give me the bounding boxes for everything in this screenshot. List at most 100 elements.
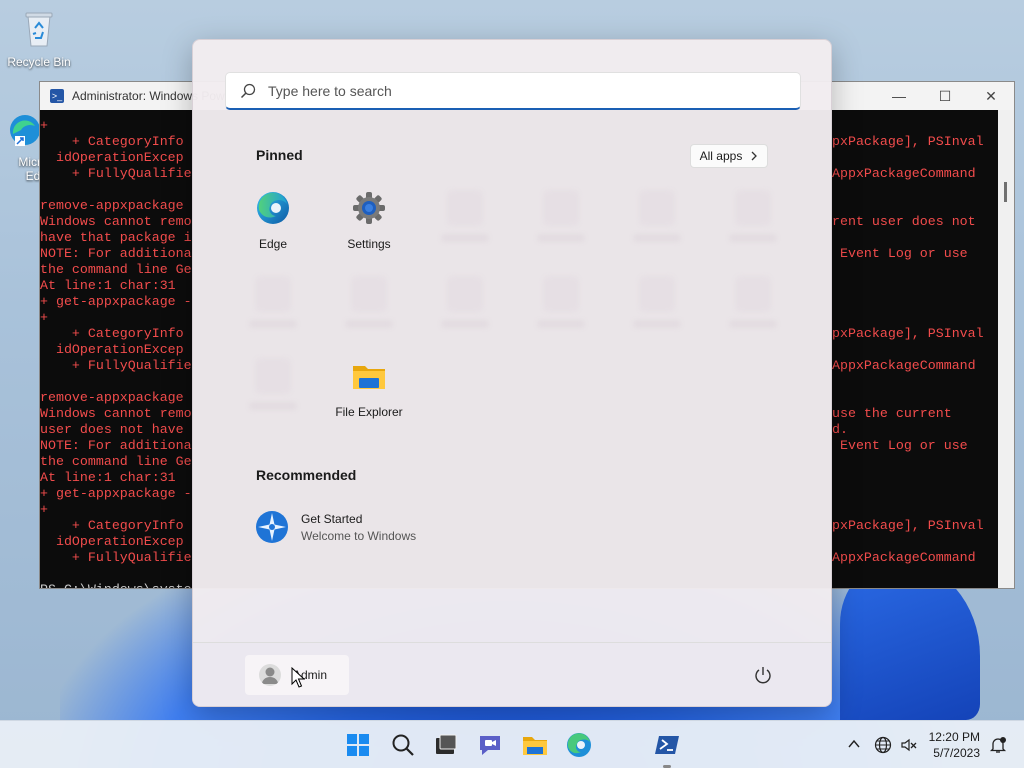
- pinned-app-placeholder[interactable]: [513, 190, 609, 242]
- placeholder-label: [729, 234, 777, 242]
- placeholder-label: [249, 320, 297, 328]
- window-controls: — ☐ ✕: [876, 82, 1014, 110]
- maximize-button[interactable]: ☐: [922, 82, 968, 110]
- minimize-button[interactable]: —: [876, 82, 922, 110]
- pinned-app-edge[interactable]: Edge: [225, 190, 321, 251]
- recommended-item-get-started[interactable]: Get Started Welcome to Windows: [255, 510, 416, 544]
- placeholder-label: [537, 234, 585, 242]
- search-icon[interactable]: [389, 731, 417, 759]
- console-line: d.: [832, 422, 848, 437]
- all-apps-button[interactable]: All apps: [690, 144, 768, 168]
- placeholder-app-icon: [639, 276, 675, 312]
- volume-muted-icon[interactable]: [900, 736, 918, 754]
- chevron-up-icon[interactable]: [848, 739, 860, 749]
- network-globe-icon[interactable]: [874, 736, 892, 754]
- search-icon: [240, 83, 256, 98]
- scrollbar-thumb[interactable]: [1004, 182, 1007, 202]
- close-button[interactable]: ✕: [968, 82, 1014, 110]
- search-input[interactable]: [268, 82, 768, 99]
- notification-bell-icon[interactable]: [988, 735, 1008, 755]
- console-line: Event Log or use: [832, 246, 968, 261]
- pinned-app-settings[interactable]: Settings: [321, 190, 417, 251]
- file-explorer-label: File Explorer: [335, 405, 403, 419]
- pinned-app-placeholder[interactable]: [705, 276, 801, 328]
- power-icon[interactable]: [753, 665, 773, 685]
- edge-icon: [10, 115, 40, 146]
- all-apps-label: All apps: [699, 149, 743, 163]
- placeholder-app-icon: [447, 276, 483, 312]
- user-avatar-icon: [259, 664, 281, 686]
- pinned-app-placeholder[interactable]: [417, 190, 513, 242]
- recommended-title: Get Started: [301, 511, 363, 526]
- placeholder-label: [441, 234, 489, 242]
- pinned-app-placeholder[interactable]: [321, 276, 417, 328]
- console-line: use the current: [832, 406, 952, 421]
- chevron-right-icon: [751, 151, 758, 161]
- mouse-cursor-icon: [291, 667, 305, 688]
- taskbar-clock[interactable]: 12:20 PM 5/7/2023: [929, 729, 980, 761]
- start-footer: Admin: [193, 642, 831, 706]
- console-line: AppxPackageCommand: [832, 550, 976, 565]
- recommended-heading: Recommended: [256, 467, 357, 483]
- pinned-app-placeholder[interactable]: [225, 358, 321, 410]
- placeholder-label: [345, 320, 393, 328]
- placeholder-app-icon: [639, 190, 675, 226]
- placeholder-label: [729, 320, 777, 328]
- settings-label: Settings: [347, 237, 391, 251]
- windows-start-icon[interactable]: [344, 731, 372, 759]
- placeholder-app-icon: [735, 190, 771, 226]
- powershell-icon: >_: [50, 89, 64, 103]
- powershell-taskbar-icon[interactable]: [653, 731, 681, 759]
- pinned-app-placeholder[interactable]: [609, 276, 705, 328]
- placeholder-app-icon: [255, 276, 291, 312]
- placeholder-app-icon: [351, 276, 387, 312]
- pinned-app-placeholder[interactable]: [513, 276, 609, 328]
- clock-date: 5/7/2023: [933, 746, 980, 760]
- taskbar: 12:20 PM 5/7/2023: [0, 720, 1024, 768]
- folder-icon: [353, 366, 385, 389]
- placeholder-app-icon: [735, 276, 771, 312]
- console-line: Event Log or use: [832, 438, 968, 453]
- console-line: AppxPackageCommand: [832, 166, 976, 181]
- recommended-subtitle: Welcome to Windows: [301, 528, 417, 543]
- pinned-app-file-explorer[interactable]: File Explorer: [321, 358, 417, 419]
- start-menu: Pinned All apps Edge: [192, 39, 832, 707]
- console-line: rent user does not: [832, 214, 976, 229]
- placeholder-label: [249, 402, 297, 410]
- console-scrollbar[interactable]: [998, 110, 1014, 588]
- placeholder-label: [633, 234, 681, 242]
- pinned-app-placeholder[interactable]: [705, 190, 801, 242]
- pinned-app-placeholder[interactable]: [417, 276, 513, 328]
- chat-icon[interactable]: [476, 731, 504, 759]
- start-search-box[interactable]: [225, 72, 801, 110]
- task-view-icon[interactable]: [432, 731, 460, 759]
- recycle-bin-label: Recycle Bin: [7, 55, 71, 69]
- pinned-app-placeholder[interactable]: [225, 276, 321, 328]
- console-output-right: pxPackage], PSInval AppxPackageCommand r…: [832, 118, 1014, 588]
- recycle-bin-icon: [25, 12, 53, 47]
- pinned-app-placeholder[interactable]: [609, 190, 705, 242]
- console-line: AppxPackageCommand: [832, 358, 976, 373]
- clock-time: 12:20 PM: [928, 730, 980, 744]
- edge-icon[interactable]: [565, 731, 593, 759]
- console-line: pxPackage], PSInval: [832, 134, 984, 149]
- file-explorer-icon[interactable]: [521, 731, 549, 759]
- desktop-icon-recycle-bin[interactable]: Recycle Bin: [4, 10, 74, 69]
- gear-icon: [353, 192, 385, 224]
- placeholder-label: [441, 320, 489, 328]
